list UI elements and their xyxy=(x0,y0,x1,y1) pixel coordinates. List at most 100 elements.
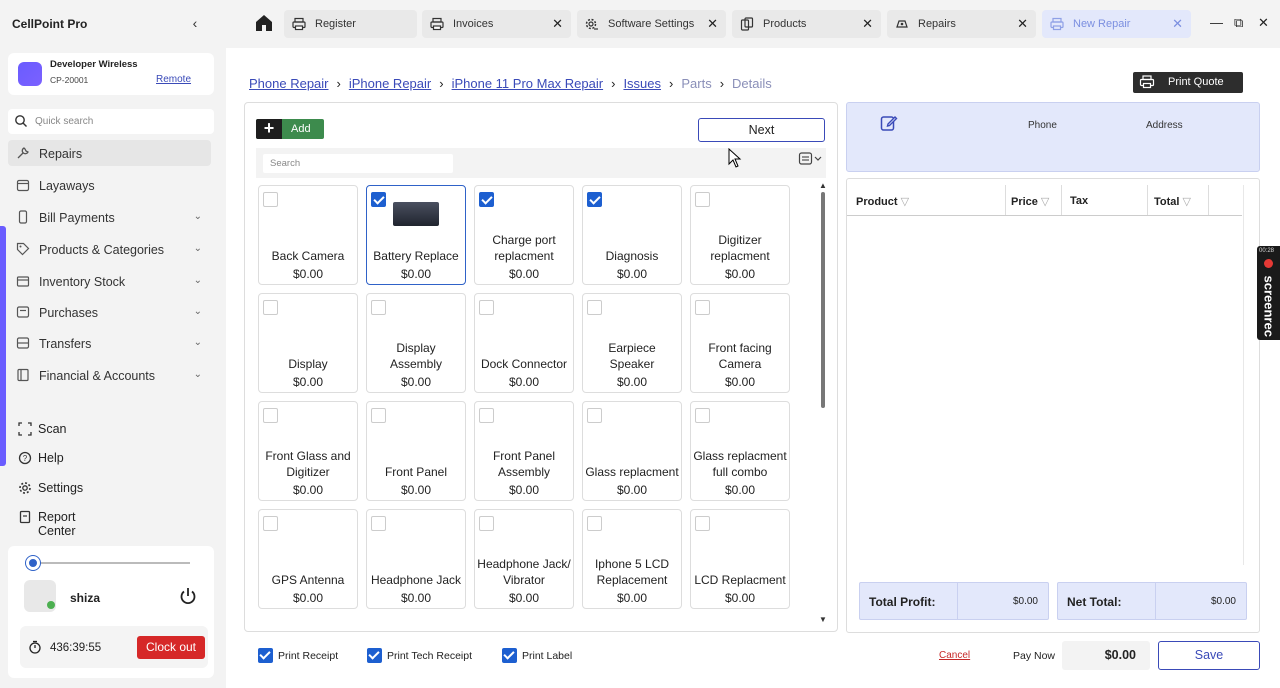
column-header-total[interactable]: Total ▽ xyxy=(1154,195,1191,208)
item-search-input[interactable]: Search xyxy=(263,154,453,173)
column-header-price[interactable]: Price ▽ xyxy=(1011,195,1049,208)
scroll-down-icon[interactable]: ▼ xyxy=(819,615,827,624)
item-card[interactable]: Front Panel Assembly $0.00 xyxy=(474,401,574,501)
tab-products[interactable]: Products ✕ xyxy=(732,10,881,38)
breadcrumb-issues[interactable]: Issues xyxy=(623,76,661,91)
tab-software-settings[interactable]: Software Settings ✕ xyxy=(577,10,726,38)
checkbox-unchecked[interactable] xyxy=(479,300,494,315)
clock-out-button[interactable]: Clock out xyxy=(137,636,205,659)
close-icon[interactable]: ✕ xyxy=(862,16,873,32)
tab-repairs[interactable]: Repairs ✕ xyxy=(887,10,1036,38)
sidebar-item-repairs[interactable]: Repairs xyxy=(8,140,211,166)
scroll-up-icon[interactable]: ▲ xyxy=(819,181,827,190)
filter-icon[interactable]: ▽ xyxy=(1182,196,1190,208)
edit-icon[interactable] xyxy=(880,114,898,132)
checkbox-checked[interactable] xyxy=(258,648,273,663)
checkbox-unchecked[interactable] xyxy=(479,408,494,423)
chevron-down-icon: ⌄ xyxy=(193,211,202,222)
checkbox-unchecked[interactable] xyxy=(371,516,386,531)
close-icon[interactable]: ✕ xyxy=(552,16,563,32)
item-card[interactable]: Iphone 5 LCD Replacement $0.00 xyxy=(582,509,682,609)
checkbox-unchecked[interactable] xyxy=(479,516,494,531)
sidebar-item-financial-accounts[interactable]: Financial & Accounts ⌄ xyxy=(8,362,211,388)
item-card[interactable]: Display Assembly $0.00 xyxy=(366,293,466,393)
item-card[interactable]: Front facing Camera $0.00 xyxy=(690,293,790,393)
phone-icon xyxy=(18,210,28,224)
pay-now-amount-field[interactable]: $0.00 xyxy=(1062,641,1150,670)
tab-register[interactable]: Register xyxy=(284,10,417,38)
item-card[interactable]: Front Panel $0.00 xyxy=(366,401,466,501)
checkbox-checked[interactable] xyxy=(367,648,382,663)
scrollbar-thumb[interactable] xyxy=(821,192,825,408)
checkbox-unchecked[interactable] xyxy=(263,300,278,315)
item-card[interactable]: Charge port replacment $0.00 xyxy=(474,185,574,285)
checkbox-checked[interactable] xyxy=(502,648,517,663)
filter-icon[interactable]: ▽ xyxy=(901,196,909,208)
item-card[interactable]: Headphone Jack/ Vibrator $0.00 xyxy=(474,509,574,609)
minimize-button[interactable]: — xyxy=(1210,15,1223,30)
close-icon[interactable]: ✕ xyxy=(1172,16,1183,32)
checkbox-unchecked[interactable] xyxy=(587,408,602,423)
sidebar-item-inventory-stock[interactable]: Inventory Stock ⌄ xyxy=(8,268,211,294)
checkbox-unchecked[interactable] xyxy=(695,192,710,207)
item-card[interactable]: Back Camera $0.00 xyxy=(258,185,358,285)
checkbox-unchecked[interactable] xyxy=(695,408,710,423)
checkbox-unchecked[interactable] xyxy=(587,516,602,531)
tab-new-repair[interactable]: New Repair ✕ xyxy=(1042,10,1191,38)
sidebar-item-layaways[interactable]: Layaways xyxy=(8,172,211,198)
next-button[interactable]: Next xyxy=(698,118,825,142)
item-card[interactable]: Earpiece Speaker $0.00 xyxy=(582,293,682,393)
items-scrollbar[interactable]: ▲ ▼ xyxy=(818,180,828,624)
filter-icon[interactable]: ▽ xyxy=(1041,196,1049,208)
close-icon[interactable]: ✕ xyxy=(1017,16,1028,32)
checkbox-checked[interactable] xyxy=(587,192,602,207)
item-card[interactable]: Diagnosis $0.00 xyxy=(582,185,682,285)
item-card[interactable]: Digitizer replacment $0.00 xyxy=(690,185,790,285)
checkbox-unchecked[interactable] xyxy=(263,516,278,531)
remote-link[interactable]: Remote xyxy=(156,74,191,85)
sidebar-item-purchases[interactable]: Purchases ⌄ xyxy=(8,299,211,325)
item-card[interactable]: LCD Replacment $0.00 xyxy=(690,509,790,609)
item-card[interactable]: Glass replacment $0.00 xyxy=(582,401,682,501)
sidebar-item-bill-payments[interactable]: Bill Payments ⌄ xyxy=(8,204,211,230)
column-header-product[interactable]: Product ▽ xyxy=(856,195,909,208)
item-card[interactable]: Battery Replace $0.00 xyxy=(366,185,466,285)
close-window-button[interactable]: ✕ xyxy=(1258,15,1269,31)
checkbox-unchecked[interactable] xyxy=(263,192,278,207)
home-icon[interactable] xyxy=(252,10,276,36)
restore-button[interactable]: ⧉ xyxy=(1234,15,1243,31)
quick-search-input[interactable]: Quick search xyxy=(8,109,214,134)
save-button[interactable]: Save xyxy=(1158,641,1260,670)
item-card[interactable]: Glass replacment full combo $0.00 xyxy=(690,401,790,501)
checkbox-unchecked[interactable] xyxy=(695,516,710,531)
item-card[interactable]: Front Glass and Digitizer $0.00 xyxy=(258,401,358,501)
checkbox-unchecked[interactable] xyxy=(695,300,710,315)
close-icon[interactable]: ✕ xyxy=(707,16,718,32)
checkbox-checked[interactable] xyxy=(371,192,386,207)
item-card[interactable]: Display $0.00 xyxy=(258,293,358,393)
collapse-sidebar-button[interactable]: ‹ xyxy=(188,15,202,31)
item-card[interactable]: Headphone Jack $0.00 xyxy=(366,509,466,609)
checkbox-checked[interactable] xyxy=(479,192,494,207)
breadcrumb-iphone-repair[interactable]: iPhone Repair xyxy=(349,76,431,91)
tab-invoices[interactable]: Invoices ✕ xyxy=(422,10,571,38)
table-scrollbar[interactable] xyxy=(1243,185,1244,565)
checkbox-unchecked[interactable] xyxy=(263,408,278,423)
item-card[interactable]: GPS Antenna $0.00 xyxy=(258,509,358,609)
column-header-tax[interactable]: Tax xyxy=(1070,195,1088,207)
power-icon[interactable] xyxy=(178,586,198,606)
add-button[interactable]: + Add xyxy=(256,119,324,139)
checkbox-unchecked[interactable] xyxy=(371,408,386,423)
checkbox-unchecked[interactable] xyxy=(371,300,386,315)
slider-thumb[interactable] xyxy=(26,556,40,570)
sidebar-item-products-categories[interactable]: Products & Categories ⌄ xyxy=(8,236,211,262)
list-view-icon[interactable] xyxy=(798,151,824,167)
checkbox-unchecked[interactable] xyxy=(587,300,602,315)
breadcrumb-phone-repair[interactable]: Phone Repair xyxy=(249,76,329,91)
breadcrumb-iphone-11-pro-max-repair[interactable]: iPhone 11 Pro Max Repair xyxy=(452,76,604,91)
cancel-link[interactable]: Cancel xyxy=(939,650,970,661)
sidebar-item-transfers[interactable]: Transfers ⌄ xyxy=(8,330,211,356)
screen-recorder-widget[interactable]: 00:28 screenrec xyxy=(1257,246,1280,340)
item-card[interactable]: Dock Connector $0.00 xyxy=(474,293,574,393)
print-quote-button[interactable]: Print Quote xyxy=(1133,72,1243,93)
